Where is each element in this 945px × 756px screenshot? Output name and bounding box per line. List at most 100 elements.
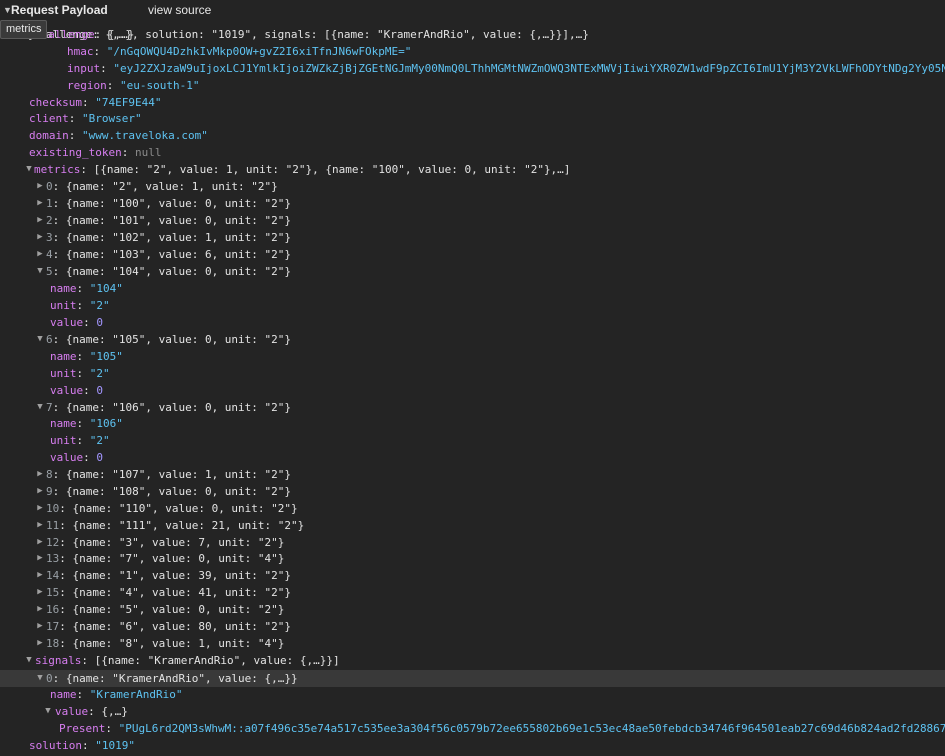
punctuation: : {name: "4", value: 41, unit: "2"} (59, 586, 292, 599)
punctuation: : {name: "6", value: 80, unit: "2"} (59, 620, 292, 633)
property-key: checksum (29, 96, 82, 109)
row-content: challenge: {,…} (35, 26, 134, 43)
expand-down-icon[interactable]: ▼ (35, 399, 45, 416)
expand-right-icon[interactable]: ▶ (35, 229, 45, 246)
tree-row[interactable]: ▶ 14: {name: "1", value: 39, unit: "2"} (0, 567, 945, 584)
tree-row[interactable]: ▼ 7: {name: "106", value: 0, unit: "2"} (0, 399, 945, 416)
row-content: 7: {name: "106", value: 0, unit: "2"} (46, 399, 291, 416)
expand-right-icon[interactable]: ▶ (35, 618, 45, 635)
property-key: name (50, 282, 77, 295)
expand-right-icon[interactable]: ▶ (35, 466, 45, 483)
tree-row[interactable]: ▶ 1: {name: "100", value: 0, unit: "2"} (0, 195, 945, 212)
expand-right-icon[interactable]: ▶ (35, 635, 45, 652)
punctuation: : {name: "2", value: 1, unit: "2"} (52, 180, 278, 193)
property-value: "KramerAndRio" (89, 688, 183, 701)
expand-right-icon[interactable]: ▶ (35, 178, 45, 195)
tree-row[interactable]: ▶ 4: {name: "103", value: 6, unit: "2"} (0, 246, 945, 263)
row-content: name: "KramerAndRio" (50, 686, 182, 703)
expand-right-icon[interactable]: ▶ (35, 550, 45, 567)
property-value: "104" (89, 282, 123, 295)
row-content: client: "Browser" (29, 110, 142, 127)
tree-row[interactable]: ▶ 9: {name: "108", value: 0, unit: "2"} (0, 483, 945, 500)
row-content: 16: {name: "5", value: 0, unit: "2"} (46, 601, 284, 618)
expand-right-icon[interactable]: ▶ (35, 517, 45, 534)
tree-row[interactable]: ▶ 15: {name: "4", value: 41, unit: "2"} (0, 584, 945, 601)
property-key: 18 (46, 637, 60, 650)
expand-right-icon[interactable]: ▶ (35, 584, 45, 601)
expand-right-icon[interactable]: ▶ (35, 483, 45, 500)
tree-row[interactable]: ▶ 18: {name: "8", value: 1, unit: "4"} (0, 635, 945, 652)
property-key: Present (59, 722, 106, 735)
tree-row[interactable]: ▶ 11: {name: "111", value: 21, unit: "2"} (0, 517, 945, 534)
expand-right-icon[interactable]: ▶ (35, 195, 45, 212)
expand-right-icon[interactable]: ▶ (35, 246, 45, 263)
section-title[interactable]: Request Payload (11, 3, 108, 17)
property-key: unit (50, 299, 77, 312)
punctuation: : (81, 96, 96, 109)
request-payload-header: ▼ Request Payload view source (0, 0, 945, 22)
tree-row[interactable]: ▶ 12: {name: "3", value: 7, unit: "2"} (0, 534, 945, 551)
property-key: existing_token (29, 146, 122, 159)
row-content: 5: {name: "104", value: 0, unit: "2"} (46, 263, 291, 280)
tree-row: input: "eyJ2ZXJzaW9uIjoxLCJ1YmlkIjoiZWZk… (0, 60, 945, 77)
punctuation: : {name: "1", value: 39, unit: "2"} (59, 569, 292, 582)
expand-down-icon[interactable]: ▼ (24, 652, 34, 669)
property-value: "Browser" (82, 112, 142, 125)
tree-row: name: "105" (0, 348, 945, 365)
expand-right-icon[interactable]: ▶ (35, 601, 45, 618)
tree-row[interactable]: ▼ 6: {name: "105", value: 0, unit: "2"} (0, 331, 945, 348)
row-content: 15: {name: "4", value: 41, unit: "2"} (46, 584, 291, 601)
punctuation: : {name: "110", value: 0, unit: "2"} (59, 502, 298, 515)
row-content: existing_token: null (29, 144, 161, 161)
expand-right-icon[interactable]: ▶ (35, 500, 45, 517)
tree-row[interactable]: ▼ metrics: [{name: "2", value: 1, unit: "… (0, 161, 945, 178)
expand-down-icon[interactable]: ▼ (43, 703, 53, 720)
tree-row[interactable]: ▶ 0: {name: "2", value: 1, unit: "2"} (0, 178, 945, 195)
property-key: 10 (46, 502, 60, 515)
expand-down-icon[interactable]: ▼ (35, 263, 45, 280)
tree-row[interactable]: ▼ 5: {name: "104", value: 0, unit: "2"} (0, 263, 945, 280)
tree-row[interactable]: ▶ 3: {name: "102", value: 1, unit: "2"} (0, 229, 945, 246)
property-key: name (50, 688, 77, 701)
property-value: 0 (96, 451, 103, 464)
punctuation: : (93, 45, 107, 58)
expand-right-icon[interactable]: ▶ (35, 212, 45, 229)
tree-row[interactable]: ▼ signals: [{name: "KramerAndRio", value:… (0, 652, 945, 669)
tree-row[interactable]: ▼ value: {,…} (0, 703, 945, 720)
row-content: name: "106" (50, 415, 123, 432)
punctuation: : (106, 79, 120, 92)
row-content: 9: {name: "108", value: 0, unit: "2"} (46, 483, 291, 500)
property-key: hmac (67, 45, 94, 58)
row-content: 12: {name: "3", value: 7, unit: "2"} (46, 534, 284, 551)
property-key: 7 (46, 401, 53, 414)
punctuation: : (83, 384, 97, 397)
expand-right-icon[interactable]: ▶ (35, 567, 45, 584)
tree-row[interactable]: ▼ 0: {name: "KramerAndRio", value: {,…}} (0, 670, 945, 687)
property-key: 4 (46, 248, 53, 261)
expand-down-icon[interactable]: ▼ (35, 670, 45, 687)
tree-row[interactable]: ▶ 10: {name: "110", value: 0, unit: "2"} (0, 500, 945, 517)
tree-row[interactable]: ▶ 8: {name: "107", value: 1, unit: "2"} (0, 466, 945, 483)
property-key: 14 (46, 569, 60, 582)
view-source-link[interactable]: view source (148, 3, 211, 17)
tree-row[interactable]: ▶ 16: {name: "5", value: 0, unit: "2"} (0, 601, 945, 618)
punctuation: : (76, 299, 90, 312)
expand-down-icon[interactable]: ▼ (24, 161, 34, 178)
property-key: 11 (46, 519, 60, 532)
expand-right-icon[interactable]: ▶ (35, 534, 45, 551)
tree-row[interactable]: ▼challenge: {,…} (0, 26, 945, 43)
punctuation: : (76, 688, 90, 701)
property-key: region (67, 79, 107, 92)
punctuation: : {name: "5", value: 0, unit: "2"} (59, 603, 285, 616)
tree-row[interactable]: ▶ 2: {name: "101", value: 0, unit: "2"} (0, 212, 945, 229)
tree-row[interactable]: ▶ 13: {name: "7", value: 0, unit: "4"} (0, 550, 945, 567)
punctuation: : {name: "106", value: 0, unit: "2"} (52, 401, 292, 414)
property-key: 0 (46, 672, 53, 685)
tree-row: name: "106" (0, 415, 945, 432)
tree-row[interactable]: ▶ 17: {name: "6", value: 80, unit: "2"} (0, 618, 945, 635)
row-content: input: "eyJ2ZXJzaW9uIjoxLCJ1YmlkIjoiZWZk… (67, 60, 945, 77)
tree-row: Present: "PUgL6rd2QM3sWhwM::a07f496c35e7… (0, 720, 945, 737)
tree-row: name: "KramerAndRio" (0, 686, 945, 703)
expand-down-icon[interactable]: ▼ (35, 331, 45, 348)
property-value: null (134, 146, 162, 159)
